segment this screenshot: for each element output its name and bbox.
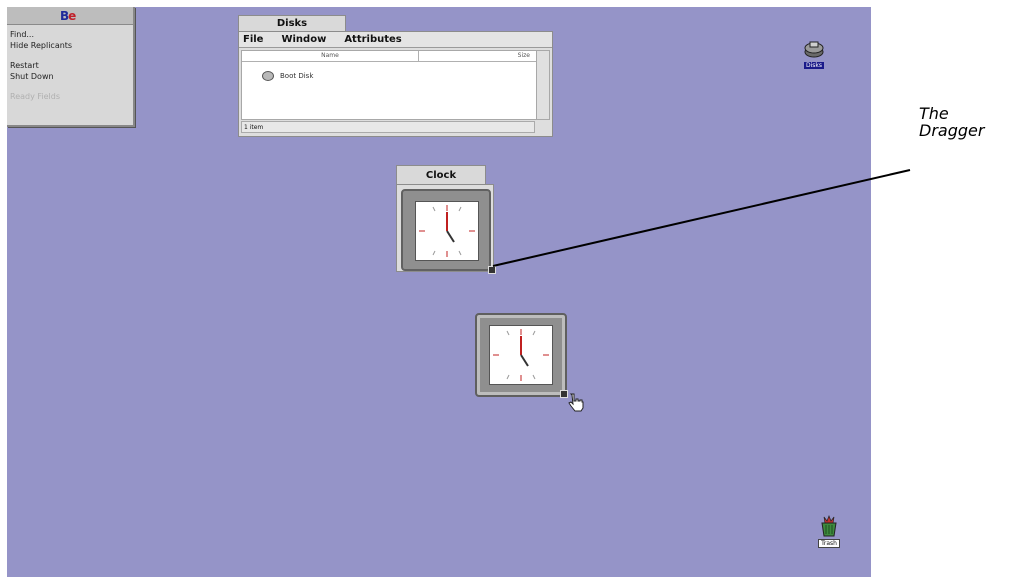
callout-leader-line: [492, 169, 911, 267]
callout-line-2: Dragger: [919, 121, 985, 140]
callout-label: The Dragger: [919, 105, 984, 139]
callout-line-1: The: [919, 104, 949, 123]
